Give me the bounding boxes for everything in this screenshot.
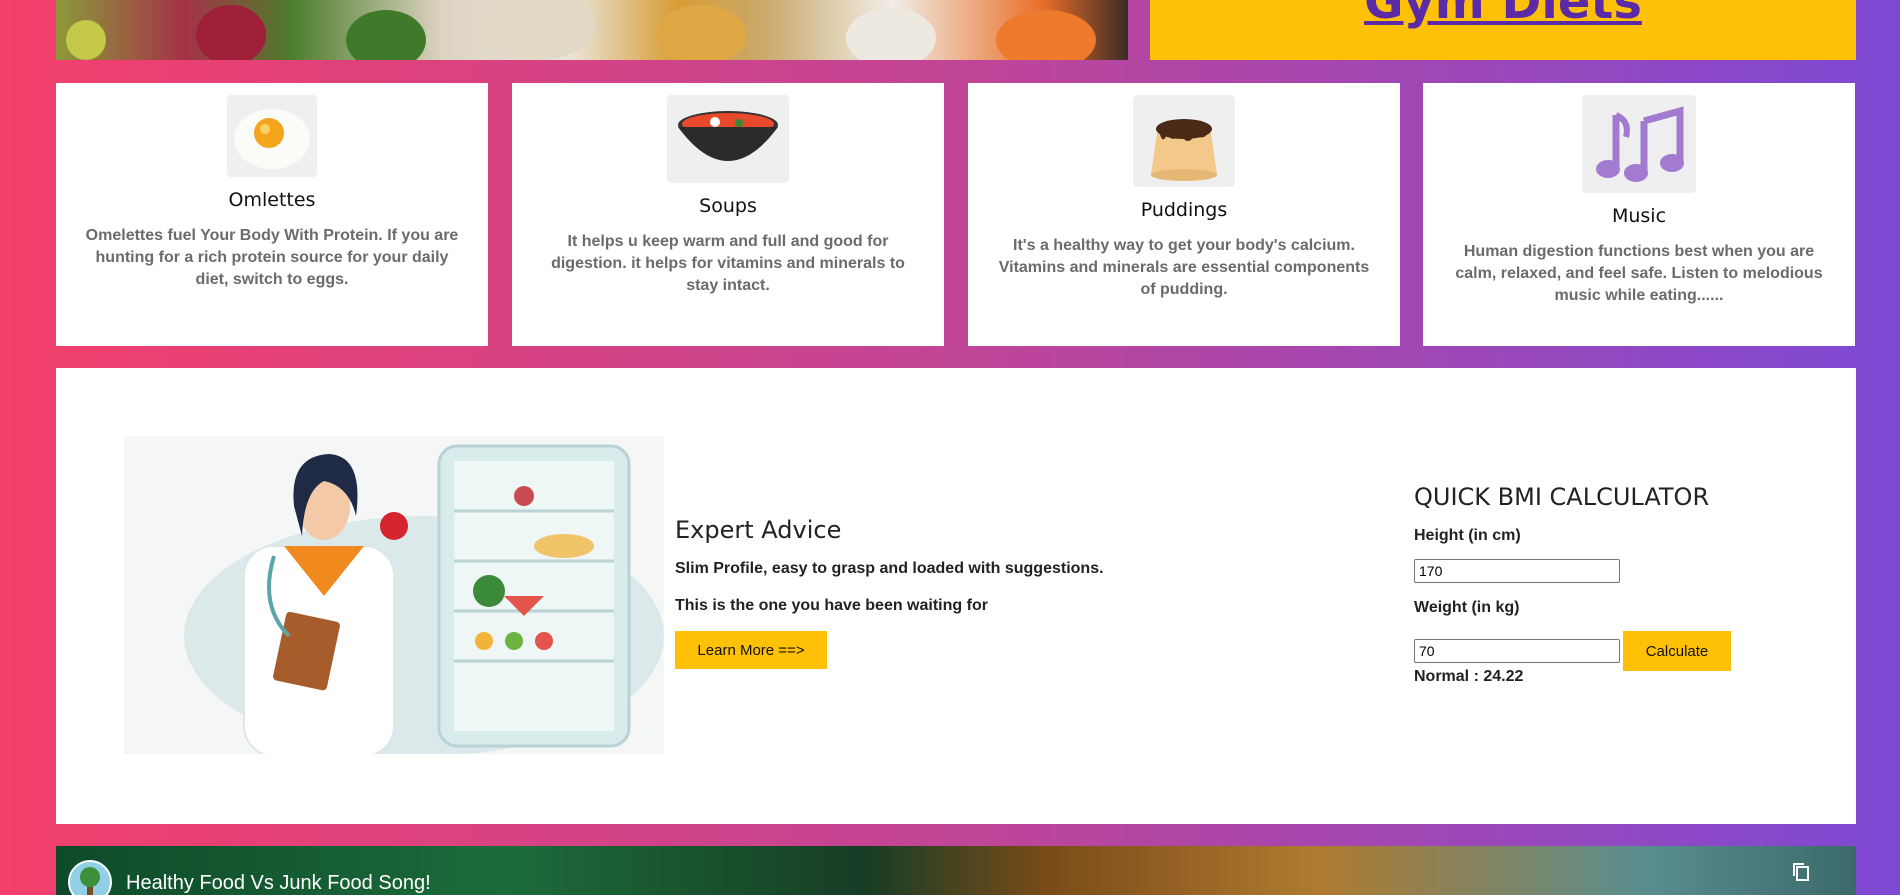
- calculate-button[interactable]: Calculate: [1623, 631, 1731, 671]
- music-notes-icon: [1582, 95, 1696, 193]
- card-soups: Soups It helps u keep warm and full and …: [512, 83, 944, 346]
- embedded-video[interactable]: Healthy Food Vs Junk Food Song!: [56, 846, 1856, 895]
- copy-icon[interactable]: [1792, 862, 1810, 882]
- card-text: Omelettes fuel Your Body With Protein. I…: [85, 227, 459, 288]
- card-text: It helps u keep warm and full and good f…: [551, 233, 905, 294]
- expert-advice-line1: Slim Profile, easy to grasp and loaded w…: [675, 560, 1104, 577]
- card-omlettes: Omlettes Omelettes fuel Your Body With P…: [56, 83, 488, 346]
- video-title[interactable]: Healthy Food Vs Junk Food Song!: [126, 872, 431, 895]
- site-title-link[interactable]: Gym Diets: [1150, 0, 1856, 30]
- card-title: Music: [1611, 205, 1667, 227]
- learn-more-button[interactable]: Learn More ==>: [675, 631, 827, 669]
- card-title: Soups: [699, 195, 757, 217]
- doctor-fridge-illustration: [124, 436, 664, 754]
- hero-food-image: [56, 0, 1128, 60]
- soup-bowl-image: [667, 95, 789, 183]
- bmi-calculator: QUICK BMI CALCULATOR Height (in cm) Weig…: [1414, 483, 1834, 686]
- expert-advice-line2: This is the one you have been waiting fo…: [675, 597, 988, 614]
- weight-label: Weight (in kg): [1414, 599, 1520, 616]
- card-text: It's a healthy way to get your body's ca…: [998, 237, 1370, 298]
- omelette-image: [227, 95, 317, 177]
- bmi-heading: QUICK BMI CALCULATOR: [1414, 483, 1710, 511]
- height-input[interactable]: [1414, 559, 1620, 583]
- expert-advice-section: Expert Advice Slim Profile, easy to gras…: [675, 516, 1235, 669]
- channel-avatar[interactable]: [68, 860, 112, 895]
- advice-bmi-panel: Expert Advice Slim Profile, easy to gras…: [56, 368, 1856, 824]
- pudding-image: [1133, 95, 1235, 187]
- card-puddings: Puddings It's a healthy way to get your …: [968, 83, 1400, 346]
- expert-advice-heading: Expert Advice: [675, 516, 842, 544]
- height-label: Height (in cm): [1414, 527, 1521, 544]
- site-title-box: Gym Diets: [1150, 0, 1856, 60]
- card-music: Music Human digestion functions best whe…: [1423, 83, 1855, 346]
- card-title: Puddings: [1140, 199, 1228, 221]
- card-text: Human digestion functions best when you …: [1455, 243, 1823, 304]
- weight-input[interactable]: [1414, 639, 1620, 663]
- card-title: Omlettes: [228, 189, 316, 211]
